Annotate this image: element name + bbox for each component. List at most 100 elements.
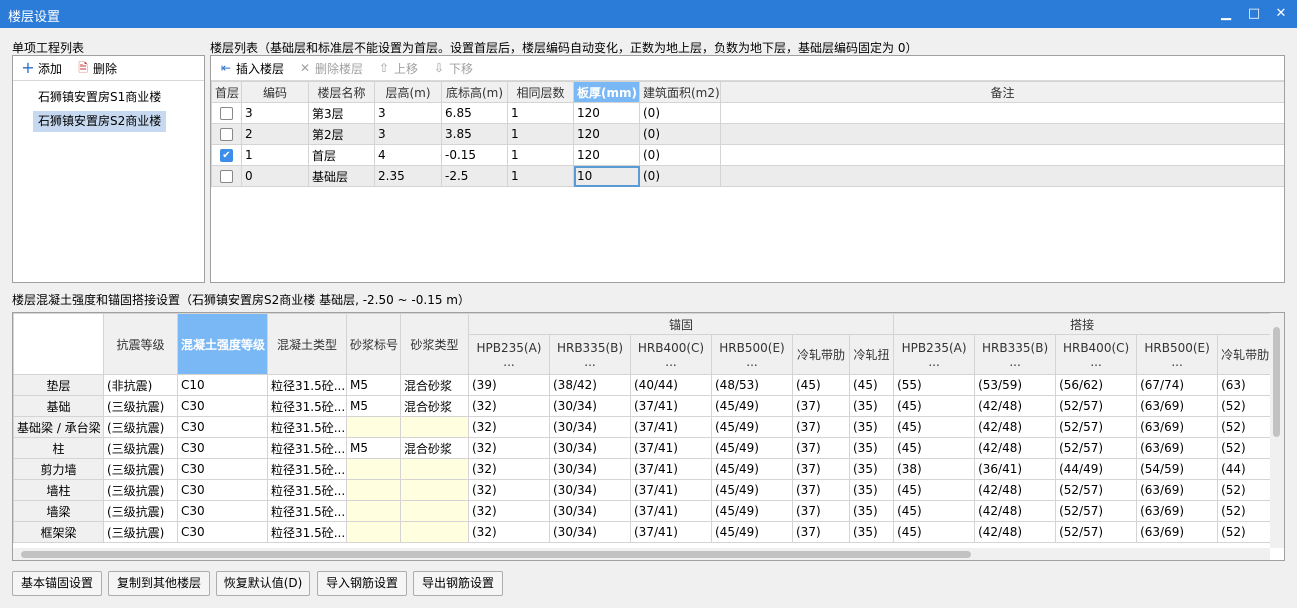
concrete-cell[interactable]: 粒径31.5砼...: [267, 437, 347, 459]
horizontal-scroll-thumb[interactable]: [21, 551, 971, 558]
anchor-steel-header[interactable]: HRB335(B) ...: [549, 334, 631, 375]
concrete-cell[interactable]: (42/48): [974, 437, 1057, 459]
concrete-cell[interactable]: (63/69): [1136, 500, 1219, 522]
concrete-cell[interactable]: (37): [792, 416, 850, 438]
vertical-scrollbar[interactable]: [1270, 313, 1284, 548]
concrete-cell[interactable]: (56/62): [1055, 374, 1138, 396]
floor-cell[interactable]: [720, 165, 1284, 187]
concrete-cell[interactable]: (30/34): [549, 521, 631, 543]
concrete-row[interactable]: 框架梁 (三级抗震) C30 粒径31.5砼... (32) (30/34) (37/41)…: [13, 521, 1272, 543]
anchor-steel-header[interactable]: HPB235(A) ...: [468, 334, 550, 375]
floor-column-header[interactable]: 建筑面积(m2): [639, 81, 721, 103]
concrete-cell[interactable]: [400, 521, 469, 543]
floor-column-header[interactable]: 层高(m): [374, 81, 442, 103]
concrete-cell[interactable]: (52): [1217, 521, 1272, 543]
concrete-cell[interactable]: (37): [792, 395, 850, 417]
concrete-cell[interactable]: (35): [848, 458, 895, 480]
concrete-cell[interactable]: (35): [848, 500, 895, 522]
import-rebar-settings-button[interactable]: 导入钢筋设置: [317, 571, 407, 596]
concrete-cell[interactable]: (35): [848, 521, 895, 543]
concrete-cell[interactable]: (42/48): [974, 521, 1057, 543]
concrete-cell[interactable]: (36/41): [974, 458, 1057, 480]
concrete-cell[interactable]: (32): [468, 458, 550, 480]
concrete-cell[interactable]: (63/69): [1136, 521, 1219, 543]
concrete-cell[interactable]: (45): [792, 374, 850, 396]
floor-column-header[interactable]: 相同层数: [507, 81, 574, 103]
concrete-cell[interactable]: (42/48): [974, 479, 1057, 501]
horizontal-scrollbar[interactable]: [13, 548, 1270, 560]
concrete-cell[interactable]: (63/69): [1136, 479, 1219, 501]
concrete-cell[interactable]: (32): [468, 395, 550, 417]
restore-defaults-button[interactable]: 恢复默认值(D): [216, 571, 310, 596]
concrete-column-header[interactable]: 砂浆类型: [400, 313, 469, 375]
concrete-cell[interactable]: (30/34): [549, 395, 631, 417]
floor-cell[interactable]: 4: [374, 144, 442, 166]
concrete-row[interactable]: 墙梁 (三级抗震) C30 粒径31.5砼... (32) (30/34) (37/41)(…: [13, 500, 1272, 522]
concrete-cell[interactable]: (35): [848, 395, 895, 417]
floor-row[interactable]: ✔ 1 首层 4 -0.15 1 120 (0): [211, 144, 1284, 166]
floor-cell[interactable]: (0): [639, 165, 721, 187]
floor-column-header[interactable]: 板厚(mm): [573, 81, 640, 103]
floor-cell[interactable]: (0): [639, 123, 721, 145]
concrete-cell[interactable]: [346, 521, 401, 543]
concrete-cell[interactable]: (三级抗震): [103, 479, 178, 501]
floor-row[interactable]: 2 第2层 3 3.85 1 120 (0): [211, 123, 1284, 145]
floor-column-header[interactable]: 底标高(m): [441, 81, 508, 103]
concrete-cell[interactable]: (45/49): [711, 395, 793, 417]
concrete-cell[interactable]: (45): [893, 437, 976, 459]
floor-cell[interactable]: 第2层: [308, 123, 375, 145]
concrete-cell[interactable]: C30: [177, 437, 268, 459]
concrete-cell[interactable]: (三级抗震): [103, 416, 178, 438]
floor-cell[interactable]: 基础层: [308, 165, 375, 187]
concrete-cell[interactable]: (54/59): [1136, 458, 1219, 480]
concrete-cell[interactable]: (52): [1217, 395, 1272, 417]
concrete-cell[interactable]: 粒径31.5砼...: [267, 395, 347, 417]
concrete-column-header[interactable]: 砂浆标号: [346, 313, 401, 375]
concrete-cell[interactable]: (63/69): [1136, 416, 1219, 438]
concrete-cell[interactable]: (38/42): [549, 374, 631, 396]
floor-cell[interactable]: 6.85: [441, 102, 508, 124]
concrete-column-header[interactable]: 混凝土类型: [267, 313, 347, 375]
concrete-cell[interactable]: (37): [792, 458, 850, 480]
first-floor-checkbox-cell[interactable]: ✔: [211, 144, 242, 166]
floor-row[interactable]: 0 基础层 2.35 -2.5 1 10 (0): [211, 165, 1284, 187]
lap-steel-header[interactable]: HPB235(A) ...: [893, 334, 976, 375]
concrete-cell[interactable]: M5: [346, 395, 401, 417]
concrete-cell[interactable]: (53/59): [974, 374, 1057, 396]
concrete-cell[interactable]: C30: [177, 479, 268, 501]
concrete-cell[interactable]: (45): [893, 479, 976, 501]
concrete-cell[interactable]: (42/48): [974, 395, 1057, 417]
concrete-cell[interactable]: (52/57): [1055, 479, 1138, 501]
concrete-cell[interactable]: (45/49): [711, 521, 793, 543]
floor-cell[interactable]: 3.85: [441, 123, 508, 145]
concrete-cell[interactable]: 粒径31.5砼...: [267, 521, 347, 543]
concrete-row[interactable]: 墙柱 (三级抗震) C30 粒径31.5砼... (32) (30/34) (37/41)(…: [13, 479, 1272, 501]
floor-cell[interactable]: 1: [507, 102, 574, 124]
concrete-cell[interactable]: (52): [1217, 416, 1272, 438]
concrete-cell[interactable]: [346, 500, 401, 522]
concrete-cell[interactable]: C30: [177, 458, 268, 480]
first-floor-checkbox-cell[interactable]: [211, 165, 242, 187]
move-up-button[interactable]: ⇧ 上移: [373, 58, 422, 79]
concrete-cell[interactable]: (67/74): [1136, 374, 1219, 396]
floor-cell[interactable]: 首层: [308, 144, 375, 166]
floor-cell[interactable]: -0.15: [441, 144, 508, 166]
concrete-cell[interactable]: (37/41): [630, 479, 712, 501]
concrete-cell[interactable]: (三级抗震): [103, 521, 178, 543]
floor-cell[interactable]: 120: [573, 102, 640, 124]
concrete-cell[interactable]: 粒径31.5砼...: [267, 374, 347, 396]
concrete-cell[interactable]: (38): [893, 458, 976, 480]
concrete-cell[interactable]: (45): [893, 521, 976, 543]
concrete-cell[interactable]: C30: [177, 521, 268, 543]
concrete-cell[interactable]: (45/49): [711, 479, 793, 501]
concrete-cell[interactable]: (45/49): [711, 416, 793, 438]
concrete-cell[interactable]: (35): [848, 479, 895, 501]
move-down-button[interactable]: ⇩ 下移: [428, 58, 477, 79]
lap-steel-header[interactable]: HRB500(E) ...: [1136, 334, 1219, 375]
concrete-cell[interactable]: (30/34): [549, 479, 631, 501]
floor-cell[interactable]: 第3层: [308, 102, 375, 124]
anchor-steel-header[interactable]: 冷轧带肋: [792, 334, 850, 375]
concrete-cell[interactable]: (30/34): [549, 500, 631, 522]
concrete-cell[interactable]: (三级抗震): [103, 395, 178, 417]
concrete-cell[interactable]: [400, 458, 469, 480]
